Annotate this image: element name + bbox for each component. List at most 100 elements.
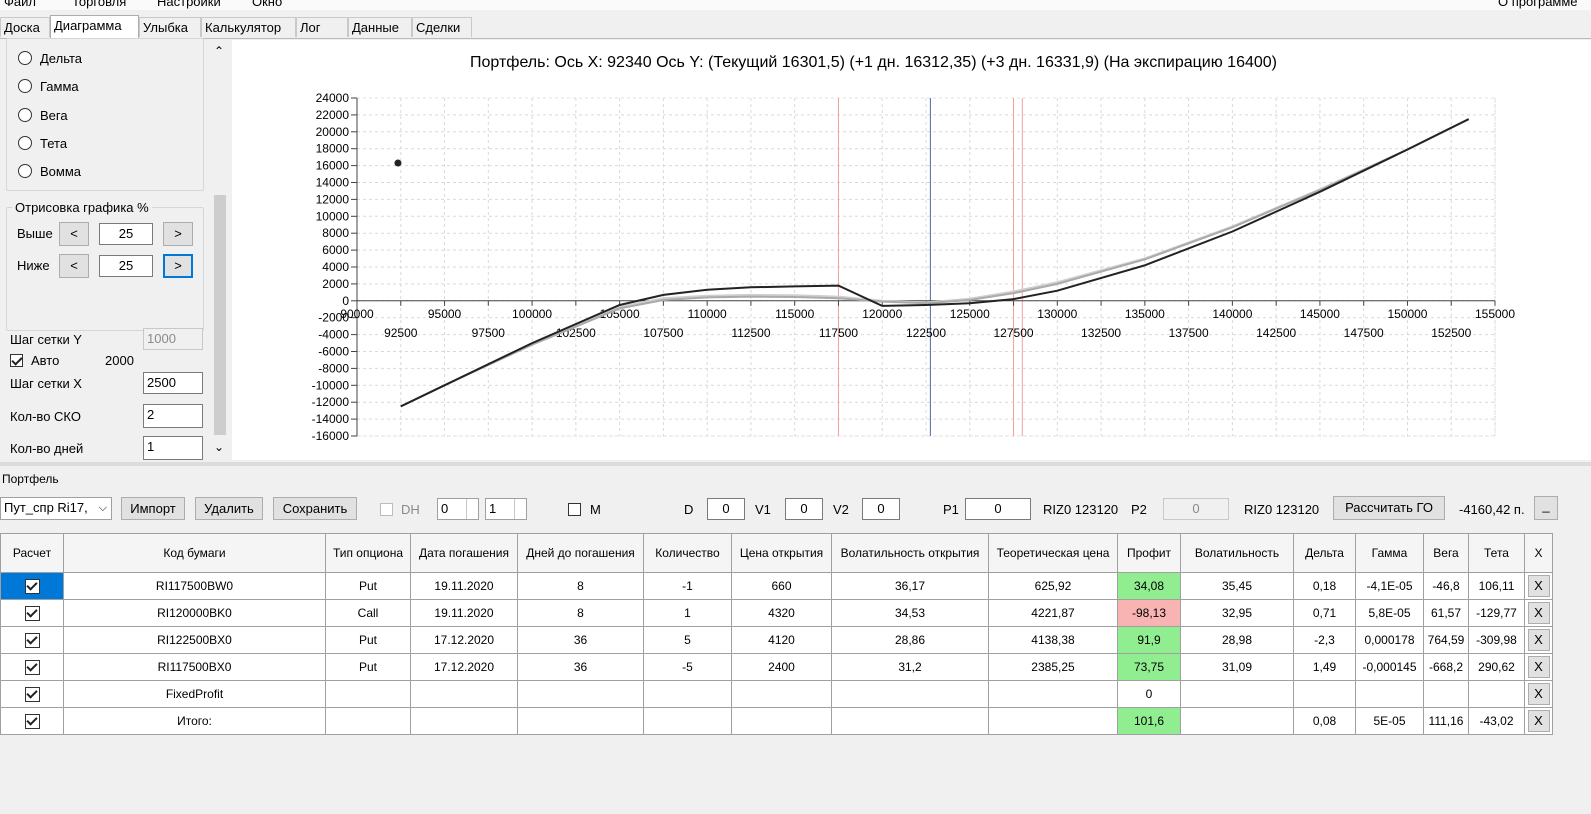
tab-calculator[interactable]: Калькулятор [201, 17, 296, 37]
cell-vol-open[interactable] [831, 680, 989, 708]
radio-button[interactable] [18, 164, 32, 178]
cell-profit[interactable]: 91,9 [1117, 626, 1181, 654]
portfolio-select[interactable]: Пут_спр Ri17, ⌵ [0, 497, 112, 520]
tab-data[interactable]: Данные [348, 17, 412, 37]
calc-checkbox[interactable] [24, 578, 40, 594]
cell-delta[interactable]: -2,3 [1293, 626, 1356, 654]
cell-date[interactable]: 17.12.2020 [410, 653, 518, 681]
cell-profit[interactable]: 34,08 [1117, 572, 1181, 600]
table-row[interactable]: RI120000BK0 Call 19.11.2020 8 1 4320 34,53 4221… [0, 599, 1553, 627]
cell-qty[interactable]: -1 [643, 572, 732, 600]
cell-type[interactable]: Put [325, 626, 411, 654]
col-header-code[interactable]: Код бумаги [63, 533, 326, 573]
cell-calc[interactable] [0, 680, 64, 708]
cell-qty[interactable] [643, 707, 732, 735]
remove-row-button[interactable]: X [1527, 683, 1550, 705]
cell-days[interactable]: 36 [517, 653, 644, 681]
v2-input[interactable]: 0 [862, 498, 900, 520]
cell-code[interactable]: Итого: [63, 707, 326, 735]
radio-button[interactable] [18, 51, 32, 65]
cell-days[interactable]: 36 [517, 626, 644, 654]
cell-date[interactable]: 19.11.2020 [410, 572, 518, 600]
radio-theta[interactable]: Тета [18, 134, 67, 152]
cell-theo[interactable]: 4221,87 [988, 599, 1118, 627]
radio-button[interactable] [18, 108, 32, 122]
cell-qty[interactable]: 5 [643, 626, 732, 654]
chart-canvas[interactable]: 2400022000200001800016000140001200010000… [232, 40, 1591, 460]
cell-price[interactable] [731, 680, 832, 708]
cell-gamma[interactable]: -0,000145 [1355, 653, 1424, 681]
cell-qty[interactable]: -5 [643, 653, 732, 681]
cell-type[interactable]: Put [325, 572, 411, 600]
cell-delta[interactable] [1293, 680, 1356, 708]
cell-delta[interactable]: 0,71 [1293, 599, 1356, 627]
cell-vol[interactable] [1180, 707, 1294, 735]
spin-arrows-icon[interactable] [466, 499, 477, 519]
below-input[interactable]: 25 [99, 255, 153, 277]
cell-calc[interactable] [0, 707, 64, 735]
cell-qty[interactable]: 1 [643, 599, 732, 627]
cell-price[interactable]: 2400 [731, 653, 832, 681]
menu-about[interactable]: О программе [1498, 0, 1578, 9]
col-header-price[interactable]: Цена открытия [731, 533, 832, 573]
cell-vol[interactable]: 28,98 [1180, 626, 1294, 654]
cell-date[interactable] [410, 707, 518, 735]
spin-arrows-icon[interactable] [514, 499, 525, 519]
calc-checkbox[interactable] [24, 632, 40, 648]
tab-log[interactable]: Лог [296, 17, 348, 37]
cell-qty[interactable] [643, 680, 732, 708]
settings-scrollbar[interactable]: ⌃ ⌄ [210, 40, 230, 460]
above-decrease-button[interactable]: < [59, 222, 89, 246]
cell-vega[interactable]: -46,8 [1423, 572, 1469, 600]
cell-theta[interactable] [1468, 680, 1525, 708]
above-input[interactable]: 25 [99, 223, 153, 245]
table-row[interactable]: FixedProfit 0 X [0, 680, 1553, 708]
dh-spin-a[interactable]: 0 [437, 498, 479, 520]
cell-theo[interactable]: 2385,25 [988, 653, 1118, 681]
cell-code[interactable]: RI120000BK0 [63, 599, 326, 627]
cell-vol[interactable]: 35,45 [1180, 572, 1294, 600]
cell-code[interactable]: FixedProfit [63, 680, 326, 708]
calc-checkbox[interactable] [24, 605, 40, 621]
cell-gamma[interactable]: 5,8E-05 [1355, 599, 1424, 627]
col-header-vega[interactable]: Вега [1423, 533, 1469, 573]
radio-gamma[interactable]: Гамма [18, 77, 79, 95]
calc-go-button[interactable]: Рассчитать ГО [1333, 496, 1445, 520]
col-header-profit[interactable]: Профит [1117, 533, 1181, 573]
radio-vomma[interactable]: Вомма [18, 162, 81, 180]
calc-checkbox[interactable] [24, 713, 40, 729]
v1-input[interactable]: 0 [785, 498, 823, 520]
dh-checkbox[interactable] [380, 503, 393, 516]
cell-theo[interactable] [988, 680, 1118, 708]
col-header-days[interactable]: Дней до погашения [517, 533, 644, 573]
cell-days[interactable] [517, 707, 644, 735]
cell-vol-open[interactable]: 34,53 [831, 599, 989, 627]
cell-delta[interactable]: 0,18 [1293, 572, 1356, 600]
tab-diagram[interactable]: Диаграмма [50, 15, 139, 38]
grid-y-input[interactable]: 1000 [143, 328, 203, 350]
radio-vega[interactable]: Вега [18, 106, 68, 124]
menu-window[interactable]: Окно [252, 0, 282, 9]
d-input[interactable]: 0 [707, 498, 745, 520]
menu-trade[interactable]: Торговля [72, 0, 126, 9]
cell-days[interactable]: 8 [517, 599, 644, 627]
cell-type[interactable]: Call [325, 599, 411, 627]
calc-checkbox[interactable] [24, 659, 40, 675]
cell-calc[interactable] [0, 626, 64, 654]
col-header-theta[interactable]: Тета [1468, 533, 1525, 573]
cell-vol[interactable] [1180, 680, 1294, 708]
below-increase-button[interactable]: > [163, 254, 193, 278]
scroll-up-icon[interactable]: ⌃ [214, 44, 224, 58]
cell-type[interactable] [325, 680, 411, 708]
cell-vega[interactable]: 764,59 [1423, 626, 1469, 654]
p2-input[interactable]: 0 [1163, 498, 1229, 520]
cell-vega[interactable]: -668,2 [1423, 653, 1469, 681]
calc-checkbox[interactable] [24, 686, 40, 702]
radio-button[interactable] [18, 79, 32, 93]
panel-splitter[interactable] [0, 462, 1591, 466]
cell-calc[interactable] [0, 599, 64, 627]
table-row[interactable]: RI117500BX0 Put 17.12.2020 36 -5 2400 31,2 2385… [0, 653, 1553, 681]
dh-spin-b[interactable]: 1 [485, 498, 527, 520]
below-decrease-button[interactable]: < [59, 254, 89, 278]
cell-code[interactable]: RI117500BW0 [63, 572, 326, 600]
